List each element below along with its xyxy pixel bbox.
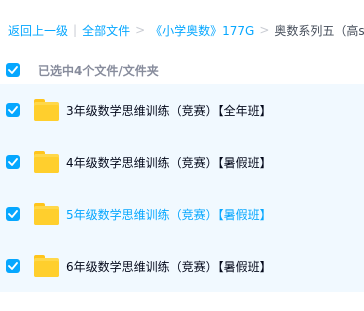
checkmark-icon <box>8 262 18 270</box>
folder-icon <box>34 255 59 277</box>
file-row[interactable]: 3年级数学思维训练（竞赛）【全年班】 <box>0 84 364 136</box>
back-link[interactable]: 返回上一级 <box>8 22 68 39</box>
checkmark-icon <box>8 106 18 114</box>
file-list: 3年级数学思维训练（竞赛）【全年班】 4年级数学思维训练（竞赛）【暑假班】 5年… <box>0 84 364 292</box>
file-row[interactable]: 5年级数学思维训练（竞赛）【暑假班】 <box>0 188 364 240</box>
row-checkbox[interactable] <box>6 207 20 221</box>
file-name[interactable]: 5年级数学思维训练（竞赛）【暑假班】 <box>66 206 272 223</box>
file-name[interactable]: 3年级数学思维训练（竞赛）【全年班】 <box>66 102 272 119</box>
selected-count: 已选中4个文件/文件夹 <box>38 63 159 78</box>
folder-icon <box>34 99 59 121</box>
breadcrumb-divider: | <box>73 23 78 37</box>
folder-icon <box>34 203 59 225</box>
file-name[interactable]: 6年级数学思维训练（竞赛）【暑假班】 <box>66 258 272 275</box>
folder-icon <box>34 151 59 173</box>
breadcrumb-current: 奥数系列五（高s思 <box>274 23 364 38</box>
file-name[interactable]: 4年级数学思维训练（竞赛）【暑假班】 <box>66 154 272 171</box>
checkmark-icon <box>8 66 18 74</box>
select-all-checkbox[interactable] <box>6 63 20 77</box>
breadcrumb-separator: > <box>259 23 270 37</box>
all-files-link[interactable]: 全部文件 <box>82 22 130 39</box>
row-checkbox[interactable] <box>6 259 20 273</box>
file-row[interactable]: 4年级数学思维训练（竞赛）【暑假班】 <box>0 136 364 188</box>
row-checkbox[interactable] <box>6 155 20 169</box>
selection-header: 已选中4个文件/文件夹 <box>0 56 364 84</box>
checkmark-icon <box>8 210 18 218</box>
checkmark-icon <box>8 158 18 166</box>
breadcrumb: 返回上一级 | 全部文件 > 《小学奥数》177G > 奥数系列五（高s思 <box>8 22 364 38</box>
breadcrumb-folder-link[interactable]: 《小学奥数》177G <box>150 22 254 39</box>
row-checkbox[interactable] <box>6 103 20 117</box>
breadcrumb-separator: > <box>135 23 146 37</box>
file-row[interactable]: 6年级数学思维训练（竞赛）【暑假班】 <box>0 240 364 292</box>
